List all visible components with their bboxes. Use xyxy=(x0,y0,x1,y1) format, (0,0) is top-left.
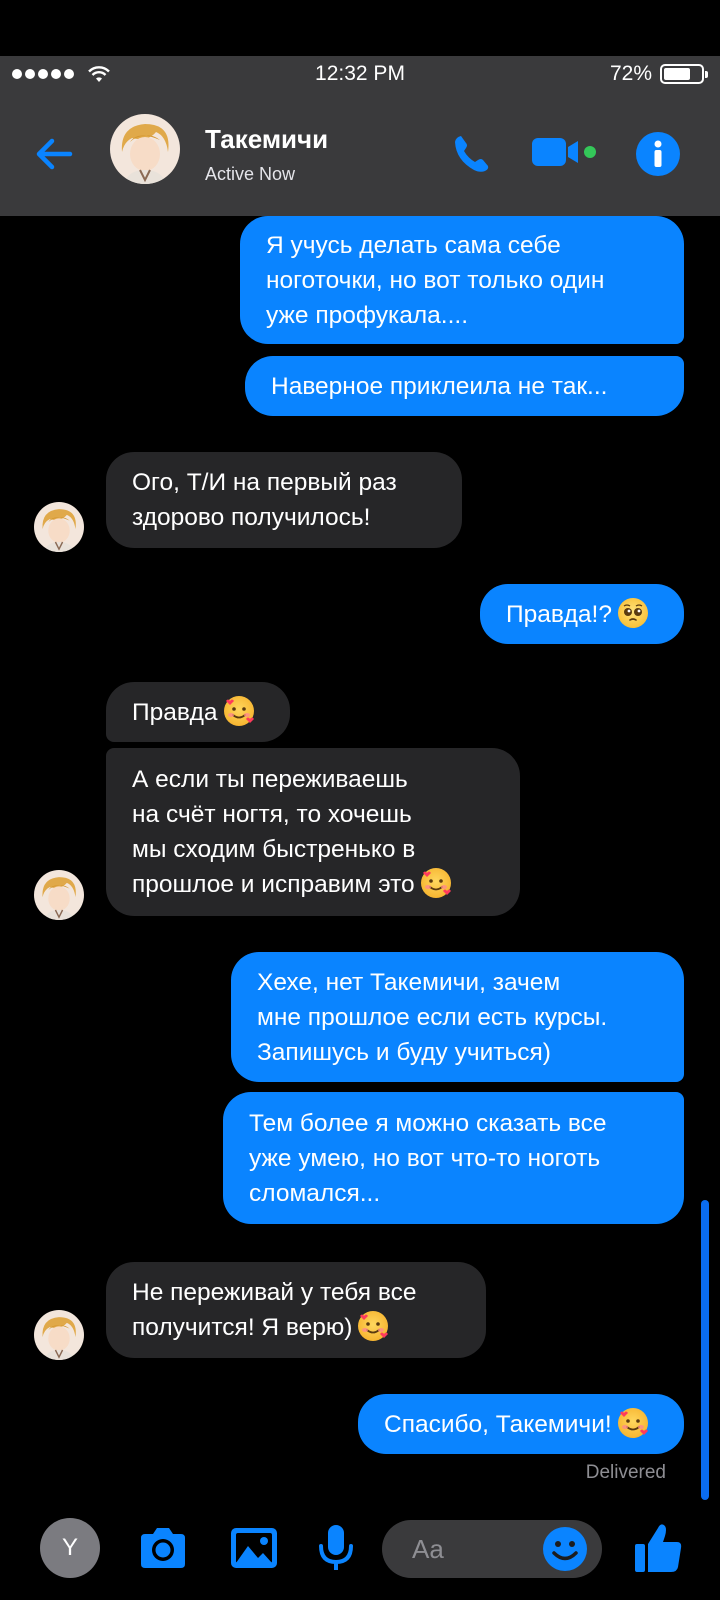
message-text: уже профукала.... xyxy=(266,301,469,329)
conversation-header: Такемичи Active Now xyxy=(0,92,720,216)
message-text: Спасибо, Такемичи! xyxy=(384,1410,612,1438)
message-composer[interactable] xyxy=(382,1520,602,1578)
message-bubble-incoming[interactable]: Не переживай у тебя все получится! Я вер… xyxy=(106,1262,486,1358)
smiling-face-with-hearts-emoji-icon xyxy=(358,1311,389,1341)
message-text: Я учусь делать сама себе xyxy=(266,231,561,259)
battery-status: 72% xyxy=(609,62,708,86)
message-text: сломался... xyxy=(249,1179,381,1207)
message-text: прошлое и исправим это xyxy=(132,871,415,898)
message-text: Запишусь и буду учиться) xyxy=(257,1038,551,1066)
message-bubble-incoming[interactable]: А если ты переживаешь на счёт ногтя, то … xyxy=(106,748,520,916)
message-bubble-outgoing[interactable]: Наверное приклеила не так... xyxy=(245,356,684,416)
sender-avatar[interactable] xyxy=(34,1310,84,1360)
status-bar: 12:32 PM 72% xyxy=(0,56,720,92)
online-dot xyxy=(584,146,596,158)
user-avatar[interactable]: Y xyxy=(40,1518,100,1578)
pleading-face-emoji-icon xyxy=(617,597,648,628)
info-icon[interactable] xyxy=(634,130,682,178)
contact-avatar[interactable] xyxy=(110,114,180,184)
message-text: мне прошлое если есть курсы. xyxy=(257,1003,608,1031)
message-text: мы сходим быстренько в xyxy=(132,836,416,863)
wifi-icon xyxy=(88,66,110,82)
thumbs-up-icon[interactable] xyxy=(633,1520,683,1576)
message-text: ноготочки, но вот только один xyxy=(266,266,605,294)
smiling-face-with-hearts-emoji-icon xyxy=(617,1407,648,1438)
message-text: Наверное приклеила не так... xyxy=(271,372,608,400)
message-bubble-outgoing[interactable]: Тем более я можно сказать все уже умею, … xyxy=(223,1092,684,1224)
camera-icon[interactable] xyxy=(137,1522,189,1574)
message-bubble-outgoing[interactable]: Я учусь делать сама себе ноготочки, но в… xyxy=(240,216,684,344)
scrollbar[interactable] xyxy=(701,1200,709,1500)
sender-avatar[interactable] xyxy=(34,870,84,920)
microphone-icon[interactable] xyxy=(310,1522,362,1574)
message-text: на счёт ногтя, то хочешь xyxy=(132,801,412,828)
message-bubble-outgoing[interactable]: Правда!? xyxy=(480,584,684,644)
smiling-face-with-hearts-emoji-icon xyxy=(223,695,254,726)
delivery-status: Delivered xyxy=(585,1462,666,1483)
message-bubble-outgoing[interactable]: Спасибо, Такемичи! xyxy=(358,1394,684,1454)
message-text: Хехе, нет Такемичи, зачем xyxy=(257,968,561,996)
battery-icon xyxy=(660,64,708,84)
sender-avatar[interactable] xyxy=(34,502,84,552)
smile-icon[interactable] xyxy=(542,1526,588,1572)
signal-strength-icon xyxy=(12,65,111,83)
video-icon[interactable] xyxy=(532,134,602,170)
message-text: Правда!? xyxy=(506,600,612,628)
smiling-face-with-hearts-emoji-icon xyxy=(420,868,451,898)
composer-toolbar: Y xyxy=(0,1500,720,1600)
message-text: получится! Я верю) xyxy=(132,1314,353,1341)
contact-active-status: Active Now xyxy=(205,164,296,184)
phone-icon[interactable] xyxy=(448,130,496,178)
contact-name[interactable]: Такемичи xyxy=(205,124,328,155)
message-bubble-incoming[interactable]: Ого, Т/И на первый раз здорово получилос… xyxy=(106,452,462,548)
image-icon[interactable] xyxy=(228,1522,280,1574)
message-text: уже умею, но вот что-то ноготь xyxy=(249,1144,601,1172)
message-text: Правда xyxy=(132,698,218,726)
message-text: А если ты переживаешь xyxy=(132,766,408,793)
message-bubble-incoming[interactable]: Правда xyxy=(106,682,290,742)
message-text: Ого, Т/И на первый раз xyxy=(132,469,397,496)
message-input[interactable] xyxy=(412,1520,532,1578)
message-text: Не переживай у тебя все xyxy=(132,1279,417,1306)
back-arrow-icon[interactable] xyxy=(30,130,78,178)
message-text: Тем более я можно сказать все xyxy=(249,1109,607,1137)
message-bubble-outgoing[interactable]: Хехе, нет Такемичи, зачем мне прошлое ес… xyxy=(231,952,684,1082)
battery-percent: 72% xyxy=(609,62,652,85)
message-text: здорово получилось! xyxy=(132,504,371,531)
